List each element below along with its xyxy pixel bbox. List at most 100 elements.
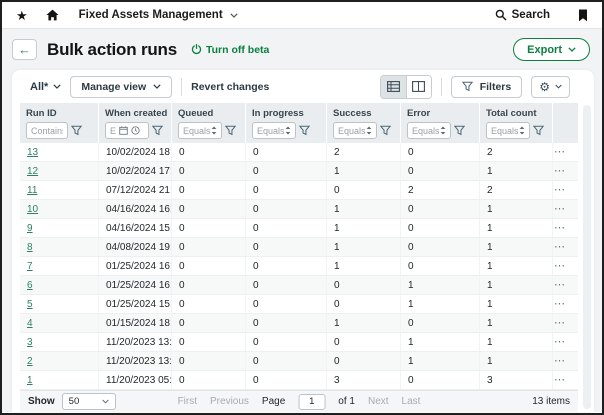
error-filter-select[interactable]: Equals — [407, 122, 451, 139]
queued-cell: 0 — [172, 314, 246, 332]
export-button[interactable]: Export — [513, 38, 590, 61]
filter-funnel-icon[interactable] — [299, 125, 310, 136]
first-page-button[interactable]: First — [178, 396, 197, 407]
table-row[interactable]: 9 04/16/2024 15:5... 0 0 1 0 1 ⋯ — [20, 219, 578, 238]
filter-funnel-icon — [462, 81, 473, 92]
table-row[interactable]: 8 04/08/2024 19:0... 0 0 1 0 1 ⋯ — [20, 238, 578, 257]
last-page-button[interactable]: Last — [402, 396, 421, 407]
success-cell: 0 — [327, 333, 401, 351]
success-filter-select[interactable]: Equals — [333, 122, 377, 139]
table-row[interactable]: 10 04/16/2024 16:0... 0 0 1 0 1 ⋯ — [20, 200, 578, 219]
filter-funnel-icon[interactable] — [454, 125, 465, 136]
power-icon — [191, 44, 202, 55]
filter-funnel-icon[interactable] — [225, 125, 236, 136]
search-button[interactable]: Search — [495, 9, 550, 21]
run-id-link[interactable]: 12 — [27, 166, 38, 177]
total-count-cell: 2 — [480, 143, 553, 161]
row-actions-icon[interactable]: ⋯ — [554, 299, 566, 310]
column-label[interactable]: Success — [333, 107, 397, 119]
row-actions-icon[interactable]: ⋯ — [554, 337, 566, 348]
row-actions-cell: ⋯ — [553, 352, 578, 370]
runs-table: Run ID When created ↓ E — [20, 103, 578, 390]
settings-button[interactable]: ⚙ — [531, 76, 570, 98]
page-of-label: of 1 — [338, 396, 355, 407]
column-label[interactable]: Error — [407, 107, 476, 119]
run-id-link[interactable]: 6 — [27, 280, 33, 291]
row-actions-icon[interactable]: ⋯ — [554, 356, 566, 367]
row-actions-cell: ⋯ — [553, 295, 578, 313]
table-row[interactable]: 11 07/12/2024 21:2... 0 0 0 2 2 ⋯ — [20, 181, 578, 200]
run-id-link[interactable]: 2 — [27, 356, 33, 367]
queued-cell: 0 — [172, 257, 246, 275]
toolbar-divider — [181, 78, 182, 96]
row-actions-icon[interactable]: ⋯ — [554, 280, 566, 291]
manage-view-button[interactable]: Manage view — [70, 76, 172, 98]
run-id-link[interactable]: 5 — [27, 299, 33, 310]
queued-filter-select[interactable]: Equals — [178, 122, 222, 139]
column-label[interactable]: When created ↓ — [105, 107, 168, 119]
table-row[interactable]: 5 01/25/2024 15:3... 0 0 0 1 1 ⋯ — [20, 295, 578, 314]
table-row[interactable]: 4 01/15/2024 18:2... 0 0 1 0 1 ⋯ — [20, 314, 578, 333]
row-actions-icon[interactable]: ⋯ — [554, 204, 566, 215]
row-actions-icon[interactable]: ⋯ — [554, 318, 566, 329]
row-actions-icon[interactable]: ⋯ — [554, 185, 566, 196]
bookmark-icon[interactable] — [578, 9, 588, 22]
vertical-scrollbar[interactable] — [583, 105, 591, 409]
run-id-link[interactable]: 9 — [27, 223, 33, 234]
in-progress-filter-select[interactable]: Equals — [252, 122, 296, 139]
run-id-link[interactable]: 1 — [27, 375, 33, 386]
columns-view-button[interactable] — [406, 76, 431, 98]
filter-funnel-icon[interactable] — [152, 125, 163, 136]
column-label[interactable]: Run ID — [26, 107, 95, 119]
when-created-filter-input[interactable]: E — [105, 122, 149, 139]
table-row[interactable]: 6 01/25/2024 16:1... 0 0 0 1 1 ⋯ — [20, 276, 578, 295]
when-created-cell: 01/25/2024 16:1... — [99, 276, 172, 294]
row-actions-icon[interactable]: ⋯ — [554, 375, 566, 386]
run-id-filter-input[interactable] — [26, 122, 68, 139]
row-actions-icon[interactable]: ⋯ — [554, 223, 566, 234]
table-row[interactable]: 13 10/02/2024 18:1... 0 0 2 0 2 ⋯ — [20, 143, 578, 162]
next-page-button[interactable]: Next — [368, 396, 389, 407]
error-cell: 0 — [401, 257, 480, 275]
home-icon[interactable] — [46, 9, 59, 21]
table-row[interactable]: 1 11/20/2023 05:0... 0 0 3 0 3 ⋯ — [20, 371, 578, 390]
in-progress-cell: 0 — [246, 238, 327, 256]
filters-button[interactable]: Filters — [451, 76, 523, 98]
run-id-link[interactable]: 7 — [27, 261, 33, 272]
run-id-link[interactable]: 4 — [27, 318, 33, 329]
turn-off-beta-toggle[interactable]: Turn off beta — [191, 44, 269, 56]
table-row[interactable]: 2 11/20/2023 13:0... 0 0 0 1 1 ⋯ — [20, 352, 578, 371]
run-id-link[interactable]: 13 — [27, 147, 38, 158]
column-label[interactable]: Total count — [486, 107, 549, 119]
row-actions-icon[interactable]: ⋯ — [554, 261, 566, 272]
page-size-select[interactable]: 50 — [62, 393, 116, 410]
table-row[interactable]: 12 10/02/2024 17:1... 0 0 1 0 1 ⋯ — [20, 162, 578, 181]
back-button[interactable]: ← — [12, 39, 37, 60]
app-switcher[interactable]: Fixed Assets Management — [79, 9, 238, 21]
row-actions-icon[interactable]: ⋯ — [554, 147, 566, 158]
queued-cell: 0 — [172, 371, 246, 389]
bulk-action-runs-card: All* Manage view Revert changes — [12, 70, 594, 412]
favorites-star-icon[interactable]: ★ — [16, 9, 28, 22]
page-number-input[interactable] — [298, 394, 325, 410]
queued-cell: 0 — [172, 143, 246, 161]
run-id-link[interactable]: 8 — [27, 242, 33, 253]
total-count-filter-select[interactable]: Equals — [486, 122, 530, 139]
filter-funnel-icon[interactable] — [380, 125, 391, 136]
run-id-link[interactable]: 3 — [27, 337, 33, 348]
revert-changes-button[interactable]: Revert changes — [191, 81, 269, 93]
row-actions-icon[interactable]: ⋯ — [554, 242, 566, 253]
table-row[interactable]: 7 01/25/2024 16:1... 0 0 1 0 1 ⋯ — [20, 257, 578, 276]
previous-page-button[interactable]: Previous — [210, 396, 249, 407]
filter-funnel-icon[interactable] — [71, 125, 82, 136]
view-selector-label: All* — [30, 81, 48, 93]
run-id-link[interactable]: 11 — [27, 185, 37, 196]
column-label[interactable]: In progress — [252, 107, 323, 119]
run-id-link[interactable]: 10 — [27, 204, 38, 215]
table-row[interactable]: 3 11/20/2023 13:0... 0 0 0 1 1 ⋯ — [20, 333, 578, 352]
row-actions-icon[interactable]: ⋯ — [554, 166, 566, 177]
column-label[interactable]: Queued — [178, 107, 242, 119]
view-selector[interactable]: All* — [30, 81, 61, 93]
filter-funnel-icon[interactable] — [533, 125, 544, 136]
grid-view-button[interactable] — [381, 76, 406, 98]
